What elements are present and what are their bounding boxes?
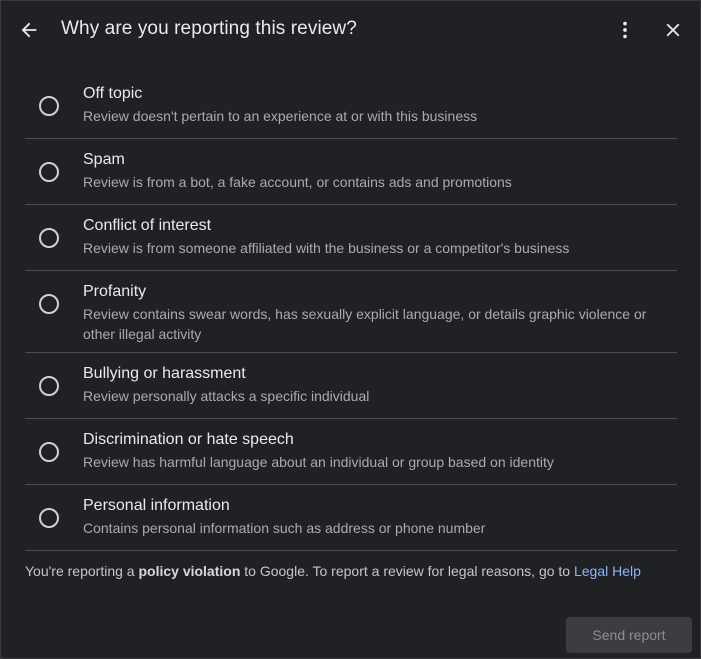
policy-notice: You're reporting a policy violation to G…	[25, 562, 641, 580]
option-description: Review is from a bot, a fake account, or…	[83, 174, 512, 190]
radio-button[interactable]	[39, 442, 59, 462]
send-report-button[interactable]: Send report	[566, 617, 692, 653]
option-description: Review contains swear words, has sexuall…	[83, 306, 647, 342]
radio-button[interactable]	[39, 228, 59, 248]
option-description: Contains personal information such as ad…	[83, 520, 486, 536]
option-label: Personal information	[83, 497, 230, 514]
legal-help-link[interactable]: Legal Help	[574, 563, 641, 579]
option-profanity[interactable]: Profanity Review contains swear words, h…	[25, 271, 677, 353]
option-description: Review has harmful language about an ind…	[83, 454, 554, 470]
radio-button[interactable]	[39, 376, 59, 396]
more-vertical-icon	[623, 21, 627, 39]
option-label: Conflict of interest	[83, 217, 212, 234]
arrow-left-icon	[21, 22, 37, 38]
option-label: Off topic	[83, 85, 143, 102]
option-label: Profanity	[83, 283, 147, 300]
dialog-title: Why are you reporting this review?	[61, 18, 357, 39]
back-button[interactable]	[9, 10, 49, 50]
report-options-list: Off topic Review doesn't pertain to an e…	[25, 73, 677, 551]
option-bullying-or-harassment[interactable]: Bullying or harassment Review personally…	[25, 353, 677, 419]
close-button[interactable]	[653, 10, 693, 50]
more-options-button[interactable]	[605, 10, 645, 50]
option-discrimination-or-hate-speech[interactable]: Discrimination or hate speech Review has…	[25, 419, 677, 485]
option-personal-information[interactable]: Personal information Contains personal i…	[25, 485, 677, 551]
close-icon	[666, 23, 680, 37]
radio-button[interactable]	[39, 508, 59, 528]
option-description: Review doesn't pertain to an experience …	[83, 108, 478, 124]
option-label: Spam	[83, 151, 125, 168]
option-label: Bullying or harassment	[83, 365, 246, 382]
dialog-header: Why are you reporting this review?	[1, 1, 700, 59]
option-spam[interactable]: Spam Review is from a bot, a fake accoun…	[25, 139, 677, 205]
radio-button[interactable]	[39, 294, 59, 314]
radio-button[interactable]	[39, 96, 59, 116]
option-description: Review personally attacks a specific ind…	[83, 388, 370, 404]
option-off-topic[interactable]: Off topic Review doesn't pertain to an e…	[25, 73, 677, 139]
report-review-dialog: Why are you reporting this review? Off t…	[0, 0, 701, 659]
notice-text-middle: to Google. To report a review for legal …	[240, 563, 574, 579]
policy-violation-text: policy violation	[138, 563, 241, 579]
option-description: Review is from someone affiliated with t…	[83, 240, 570, 256]
notice-text-start: You're reporting a	[25, 563, 139, 579]
option-label: Discrimination or hate speech	[83, 431, 294, 448]
option-conflict-of-interest[interactable]: Conflict of interest Review is from some…	[25, 205, 677, 271]
radio-button[interactable]	[39, 162, 59, 182]
